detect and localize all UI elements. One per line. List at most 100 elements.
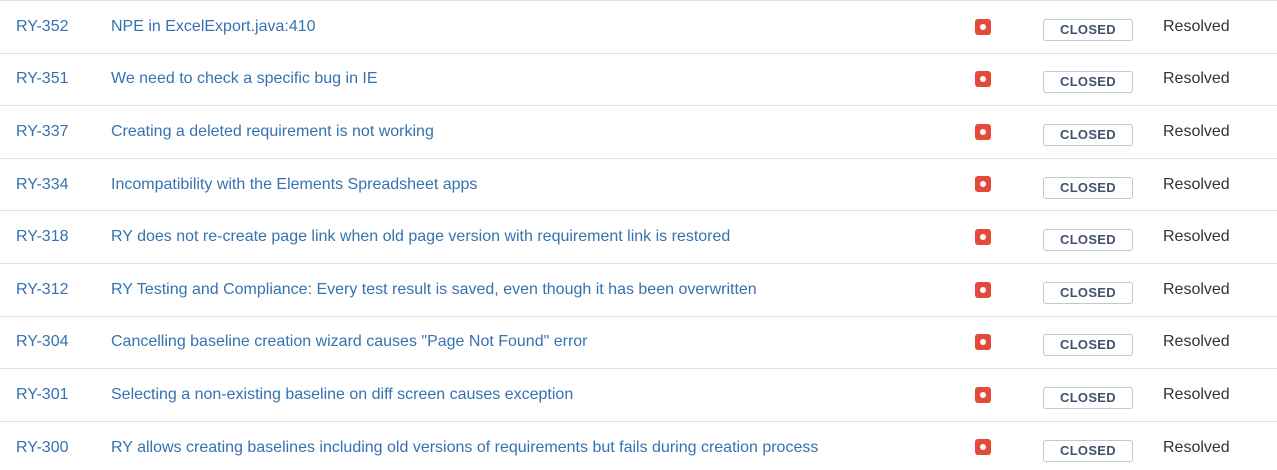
priority-cell — [955, 263, 1041, 316]
resolution-text: Resolved — [1163, 438, 1230, 456]
issue-key-link[interactable]: RY-301 — [16, 386, 69, 403]
resolution-cell: Resolved — [1159, 369, 1277, 422]
resolution-cell: Resolved — [1159, 263, 1277, 316]
priority-cell — [955, 316, 1041, 369]
status-lozenge: CLOSED — [1043, 229, 1133, 252]
issue-summary-link[interactable]: RY Testing and Compliance: Every test re… — [111, 281, 757, 298]
issue-summary-cell: Selecting a non-existing baseline on dif… — [111, 369, 955, 422]
resolution-text: Resolved — [1163, 333, 1230, 351]
priority-cell — [955, 158, 1041, 211]
priority-highest-icon — [975, 176, 991, 193]
priority-highest-icon — [975, 18, 991, 35]
issue-summary-cell: Cancelling baseline creation wizard caus… — [111, 316, 955, 369]
table-row: RY-301 Selecting a non-existing baseline… — [0, 369, 1277, 422]
status-cell: CLOSED — [1041, 263, 1159, 316]
resolution-text: Resolved — [1163, 175, 1230, 193]
issue-summary-link[interactable]: Selecting a non-existing baseline on dif… — [111, 386, 573, 403]
resolution-cell: Resolved — [1159, 421, 1277, 470]
priority-highest-icon — [975, 281, 991, 298]
priority-cell — [955, 369, 1041, 422]
priority-cell — [955, 421, 1041, 470]
status-lozenge: CLOSED — [1043, 176, 1133, 199]
resolution-text: Resolved — [1163, 70, 1230, 88]
status-cell: CLOSED — [1041, 316, 1159, 369]
issue-key-cell: RY-300 — [0, 421, 111, 470]
status-lozenge: CLOSED — [1043, 439, 1133, 462]
issue-summary-cell: We need to check a specific bug in IE — [111, 53, 955, 106]
issue-summary-cell: RY does not re-create page link when old… — [111, 211, 955, 264]
issue-summary-cell: RY allows creating baselines including o… — [111, 421, 955, 470]
issue-summary-link[interactable]: Incompatibility with the Elements Spread… — [111, 176, 477, 193]
issue-summary-cell: NPE in ExcelExport.java:410 — [111, 1, 955, 54]
priority-highest-icon — [975, 228, 991, 245]
status-lozenge: CLOSED — [1043, 71, 1133, 94]
issue-key-cell: RY-337 — [0, 106, 111, 159]
issue-key-link[interactable]: RY-351 — [16, 70, 69, 87]
resolution-cell: Resolved — [1159, 316, 1277, 369]
resolution-cell: Resolved — [1159, 53, 1277, 106]
issue-summary-cell: RY Testing and Compliance: Every test re… — [111, 263, 955, 316]
table-row: RY-337 Creating a deleted requirement is… — [0, 106, 1277, 159]
table-row: RY-318 RY does not re-create page link w… — [0, 211, 1277, 264]
priority-highest-icon — [975, 123, 991, 140]
resolution-text: Resolved — [1163, 228, 1230, 246]
issue-summary-cell: Creating a deleted requirement is not wo… — [111, 106, 955, 159]
issue-key-cell: RY-301 — [0, 369, 111, 422]
issue-key-link[interactable]: RY-352 — [16, 18, 69, 35]
issue-key-cell: RY-351 — [0, 53, 111, 106]
status-cell: CLOSED — [1041, 1, 1159, 54]
issues-table: RY-352 NPE in ExcelExport.java:410 CLOSE… — [0, 0, 1277, 470]
table-row: RY-351 We need to check a specific bug i… — [0, 53, 1277, 106]
issue-key-cell: RY-334 — [0, 158, 111, 211]
status-cell: CLOSED — [1041, 158, 1159, 211]
issue-key-cell: RY-352 — [0, 1, 111, 54]
issue-key-cell: RY-312 — [0, 263, 111, 316]
status-cell: CLOSED — [1041, 53, 1159, 106]
priority-highest-icon — [975, 439, 991, 456]
priority-cell — [955, 1, 1041, 54]
table-row: RY-300 RY allows creating baselines incl… — [0, 421, 1277, 470]
status-cell: CLOSED — [1041, 211, 1159, 264]
priority-cell — [955, 53, 1041, 106]
issue-key-cell: RY-318 — [0, 211, 111, 264]
issue-summary-link[interactable]: RY allows creating baselines including o… — [111, 439, 818, 456]
priority-highest-icon — [975, 334, 991, 351]
issue-summary-link[interactable]: RY does not re-create page link when old… — [111, 228, 730, 245]
status-lozenge: CLOSED — [1043, 18, 1133, 41]
issue-key-cell: RY-304 — [0, 316, 111, 369]
issue-summary-link[interactable]: NPE in ExcelExport.java:410 — [111, 18, 316, 35]
issue-key-link[interactable]: RY-312 — [16, 281, 69, 298]
issue-summary-link[interactable]: We need to check a specific bug in IE — [111, 70, 378, 87]
resolution-cell: Resolved — [1159, 1, 1277, 54]
priority-cell — [955, 211, 1041, 264]
priority-cell — [955, 106, 1041, 159]
table-row: RY-312 RY Testing and Compliance: Every … — [0, 263, 1277, 317]
resolution-cell: Resolved — [1159, 158, 1277, 211]
issue-summary-link[interactable]: Creating a deleted requirement is not wo… — [111, 123, 434, 140]
status-cell: CLOSED — [1041, 421, 1159, 470]
issue-summary-link[interactable]: Cancelling baseline creation wizard caus… — [111, 333, 588, 350]
status-lozenge: CLOSED — [1043, 281, 1133, 304]
resolution-text: Resolved — [1163, 17, 1230, 35]
resolution-cell: Resolved — [1159, 211, 1277, 264]
resolution-text: Resolved — [1163, 385, 1230, 403]
table-row: RY-352 NPE in ExcelExport.java:410 CLOSE… — [0, 0, 1277, 54]
resolution-text: Resolved — [1163, 122, 1230, 140]
resolution-cell: Resolved — [1159, 106, 1277, 159]
issue-key-link[interactable]: RY-300 — [16, 439, 69, 456]
status-lozenge: CLOSED — [1043, 123, 1133, 146]
table-row: RY-304 Cancelling baseline creation wiza… — [0, 316, 1277, 369]
resolution-text: Resolved — [1163, 280, 1230, 298]
issue-key-link[interactable]: RY-337 — [16, 123, 69, 140]
issue-summary-cell: Incompatibility with the Elements Spread… — [111, 158, 955, 211]
issue-key-link[interactable]: RY-334 — [16, 176, 69, 193]
status-lozenge: CLOSED — [1043, 334, 1133, 357]
status-lozenge: CLOSED — [1043, 386, 1133, 409]
issue-key-link[interactable]: RY-304 — [16, 333, 69, 350]
table-row: RY-334 Incompatibility with the Elements… — [0, 158, 1277, 211]
status-cell: CLOSED — [1041, 369, 1159, 422]
issue-key-link[interactable]: RY-318 — [16, 228, 69, 245]
priority-highest-icon — [975, 71, 991, 88]
status-cell: CLOSED — [1041, 106, 1159, 159]
priority-highest-icon — [975, 386, 991, 403]
